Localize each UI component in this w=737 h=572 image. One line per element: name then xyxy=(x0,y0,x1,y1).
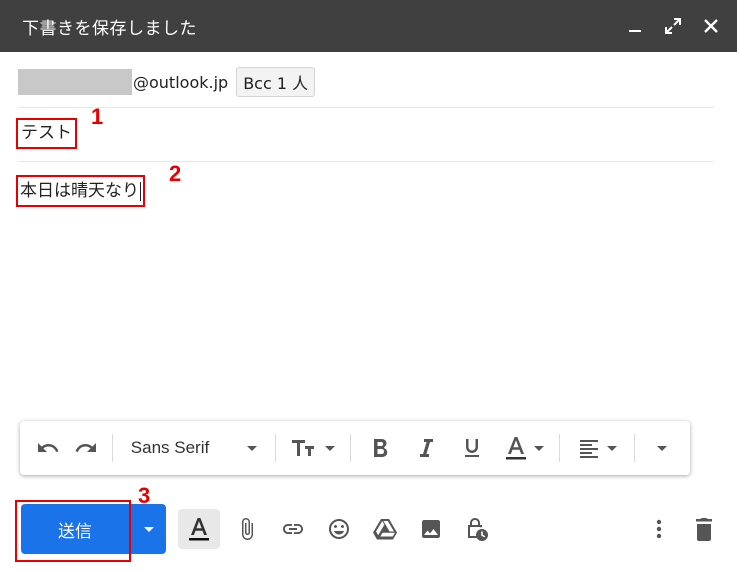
font-select[interactable]: Sans Serif xyxy=(119,429,269,467)
chevron-down-icon xyxy=(534,445,544,451)
align-left-icon xyxy=(580,440,598,458)
toolbar-separator xyxy=(350,434,351,462)
undo-button[interactable] xyxy=(30,429,66,467)
compose-titlebar: 下書きを保存しました xyxy=(0,0,737,52)
window-controls xyxy=(623,0,723,52)
drive-icon xyxy=(373,519,397,540)
recipients-divider xyxy=(18,107,714,108)
send-options-button[interactable] xyxy=(131,504,166,554)
minimize-icon xyxy=(629,30,641,32)
insert-link-button[interactable] xyxy=(270,506,316,552)
text-format-icon xyxy=(189,518,209,541)
insert-emoji-button[interactable] xyxy=(316,506,362,552)
attach-file-button[interactable] xyxy=(224,506,270,552)
image-icon xyxy=(422,520,440,538)
italic-button[interactable] xyxy=(403,429,449,467)
close-icon xyxy=(704,19,718,33)
chevron-down-icon xyxy=(143,526,154,532)
annotation-2: 2 xyxy=(169,161,182,186)
redacted-address xyxy=(18,69,132,95)
more-options-button[interactable] xyxy=(647,506,671,552)
link-icon xyxy=(283,524,303,534)
redo-button[interactable] xyxy=(66,429,106,467)
text-caret xyxy=(140,181,141,201)
redo-icon xyxy=(75,443,96,452)
underline-icon xyxy=(465,439,479,457)
chevron-down-icon xyxy=(657,445,667,451)
annotation-3: 3 xyxy=(138,483,151,508)
more-vert-icon xyxy=(656,519,662,539)
body-text: 本日は晴天なり xyxy=(20,181,139,201)
bcc-chip[interactable]: Bcc 1 人 xyxy=(236,67,316,97)
italic-icon xyxy=(420,439,433,457)
chevron-down-icon xyxy=(607,445,617,451)
formatting-toolbar: Sans Serif xyxy=(20,421,690,475)
bottom-right-tools xyxy=(647,504,719,554)
fullscreen-button[interactable] xyxy=(661,14,685,38)
bold-icon xyxy=(374,439,388,457)
close-button[interactable] xyxy=(699,14,723,38)
lock-clock-icon xyxy=(468,518,488,541)
send-button[interactable]: 送信 xyxy=(21,504,129,554)
recipients-field[interactable]: @outlook.jp Bcc 1 人 xyxy=(18,64,316,100)
bold-button[interactable] xyxy=(357,429,403,467)
emoji-icon xyxy=(329,519,349,539)
paperclip-icon xyxy=(242,518,253,540)
toolbar-separator xyxy=(275,434,276,462)
insert-photo-button[interactable] xyxy=(408,506,454,552)
more-formatting-button[interactable] xyxy=(641,429,677,467)
toolbar-separator xyxy=(634,434,635,462)
confidential-mode-button[interactable] xyxy=(454,506,500,552)
subject-text: テスト xyxy=(21,123,72,143)
text-color-icon xyxy=(506,437,526,460)
annotation-1: 1 xyxy=(91,104,104,129)
window-title: 下書きを保存しました xyxy=(22,18,197,39)
text-size-icon xyxy=(292,440,314,456)
message-body[interactable]: 本日は晴天なり xyxy=(16,175,145,207)
font-name: Sans Serif xyxy=(130,438,210,457)
text-color-button[interactable] xyxy=(495,429,553,467)
underline-button[interactable] xyxy=(449,429,495,467)
toolbar-separator xyxy=(112,434,113,462)
insert-drive-button[interactable] xyxy=(362,506,408,552)
discard-draft-button[interactable] xyxy=(689,506,719,552)
send-label: 送信 xyxy=(58,521,92,542)
subject-divider xyxy=(18,161,714,162)
subject-input[interactable]: テスト xyxy=(16,118,77,149)
bottom-toolbar xyxy=(178,504,500,554)
chevron-down-icon xyxy=(325,445,335,451)
expand-icon xyxy=(665,18,681,34)
minimize-button[interactable] xyxy=(623,14,647,38)
formatting-options-button[interactable] xyxy=(178,509,220,549)
chevron-down-icon xyxy=(247,445,258,451)
undo-icon xyxy=(38,443,59,452)
align-button[interactable] xyxy=(566,429,628,467)
recipient-address: @outlook.jp xyxy=(133,72,229,92)
trash-icon xyxy=(696,518,712,541)
font-size-button[interactable] xyxy=(282,429,344,467)
toolbar-separator xyxy=(559,434,560,462)
